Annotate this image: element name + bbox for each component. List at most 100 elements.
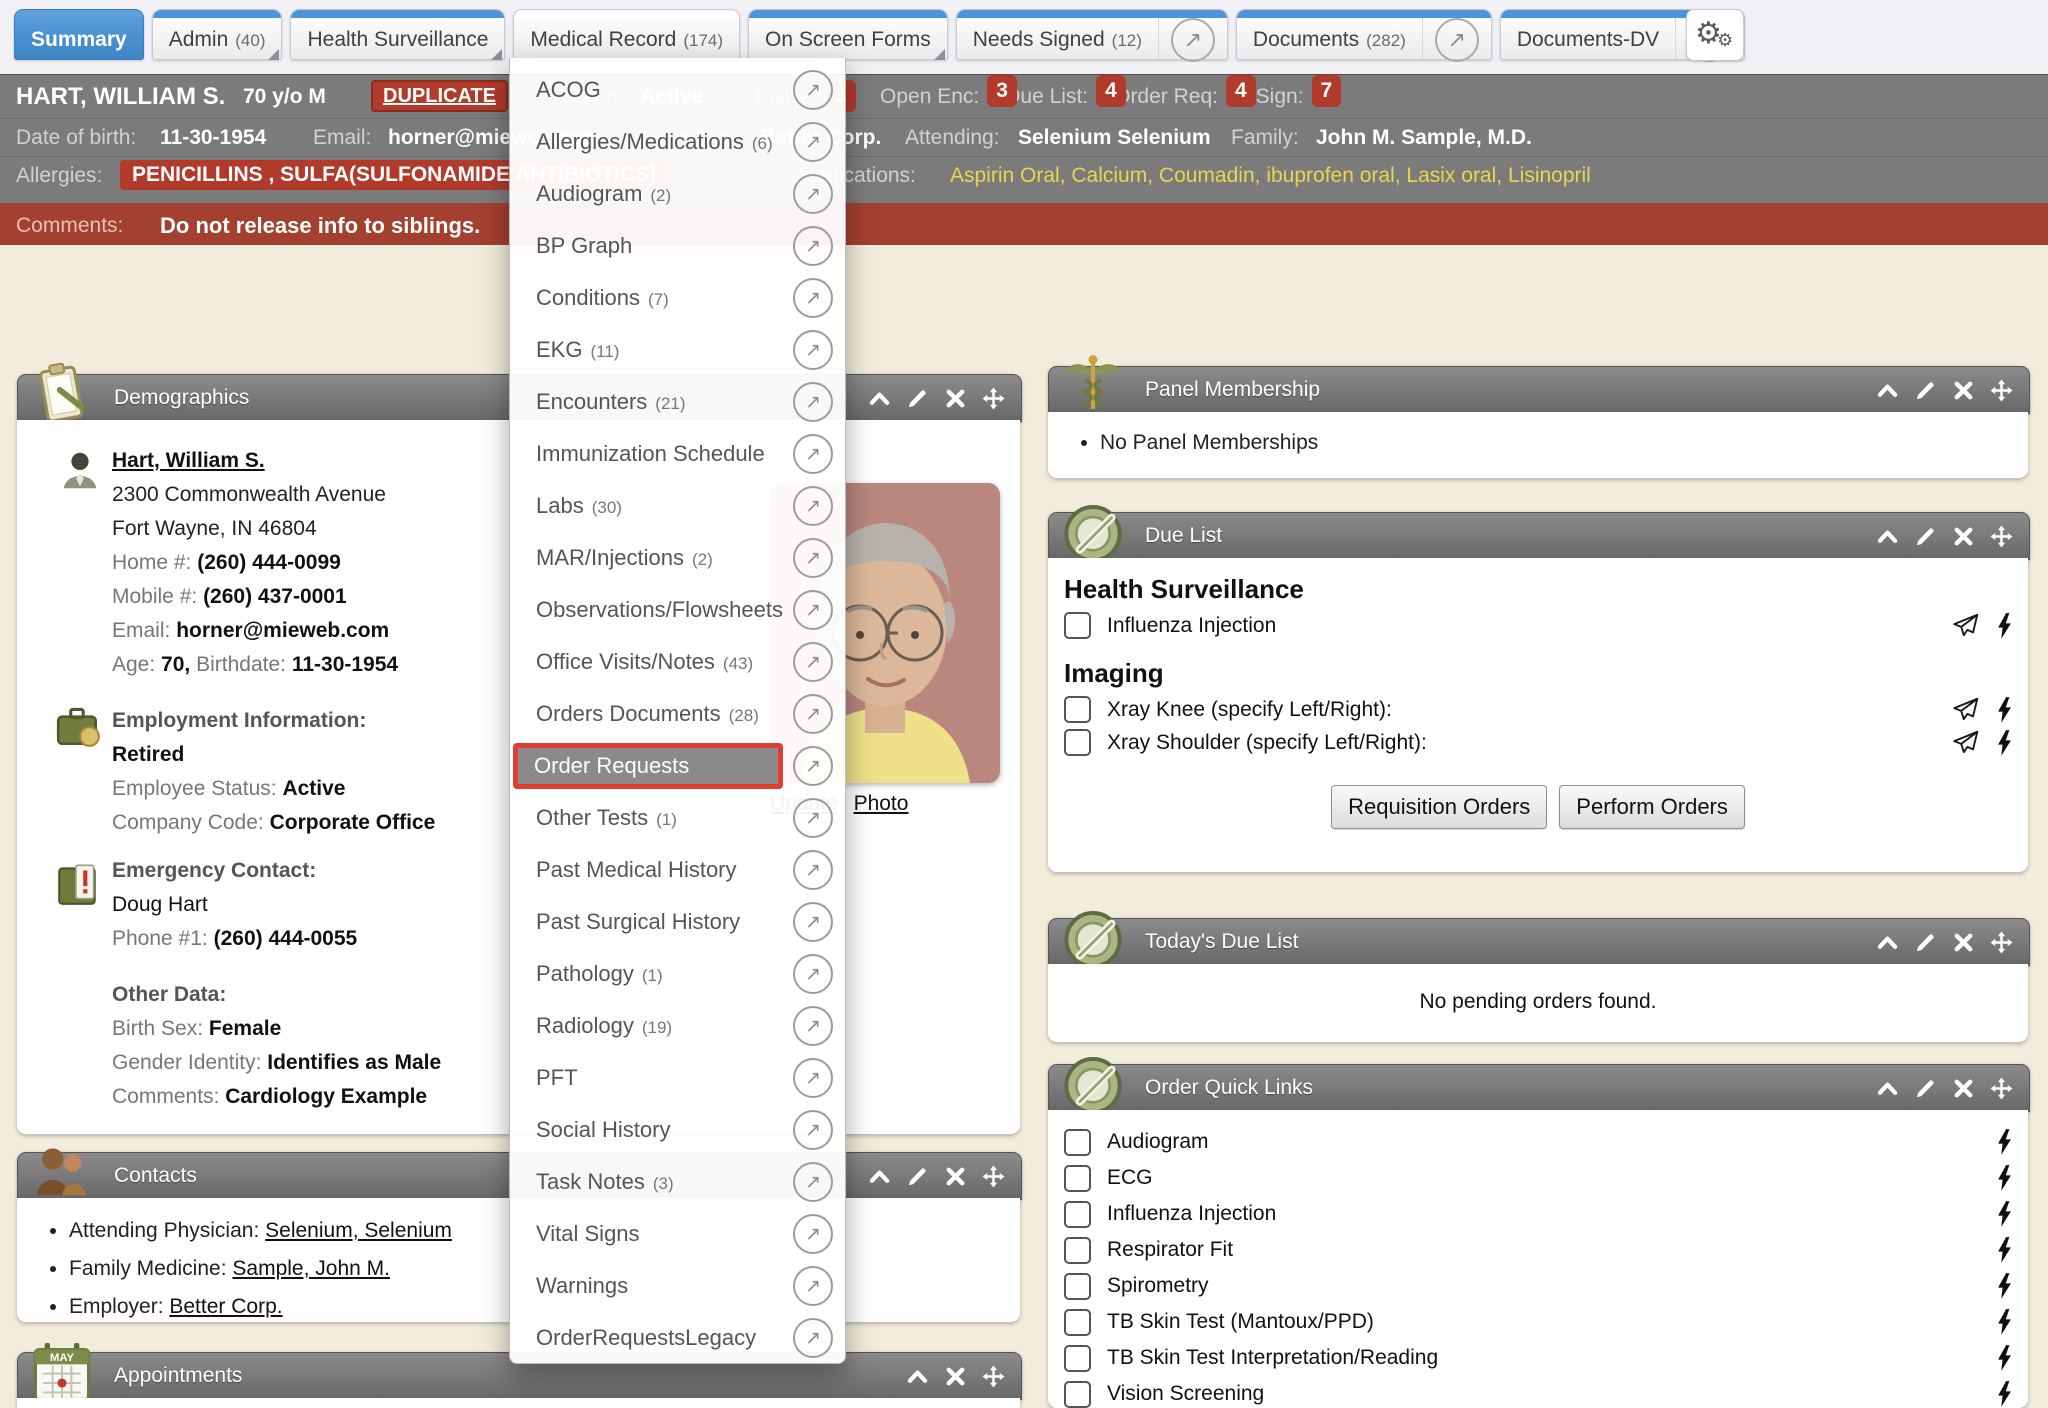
edit-icon[interactable] bbox=[906, 1165, 929, 1188]
menu-popout-icon[interactable]: ↗ bbox=[793, 798, 833, 838]
menu-popout-icon[interactable]: ↗ bbox=[793, 382, 833, 422]
quick-order-icon[interactable] bbox=[1997, 1129, 2012, 1155]
menu-popout-icon[interactable]: ↗ bbox=[793, 1162, 833, 1202]
quick-link-checkbox[interactable] bbox=[1064, 1129, 1091, 1156]
menu-item[interactable]: Warnings ↗ bbox=[510, 1260, 845, 1312]
send-order-icon[interactable] bbox=[1952, 612, 1979, 639]
chart-tab[interactable]: Medical Record (174) bbox=[513, 9, 740, 60]
menu-item[interactable]: Social History ↗ bbox=[510, 1104, 845, 1156]
duplicate-badge[interactable]: DUPLICATE bbox=[371, 80, 508, 112]
collapse-icon[interactable] bbox=[1876, 379, 1899, 402]
menu-item[interactable]: Observations/Flowsheets ↗ bbox=[510, 584, 845, 636]
quick-order-icon[interactable] bbox=[1997, 697, 2012, 723]
menu-popout-icon[interactable]: ↗ bbox=[793, 330, 833, 370]
medication-link[interactable]: ibuprofen oral bbox=[1266, 164, 1406, 187]
header-counter[interactable]: Order Req:4 bbox=[1114, 75, 1218, 120]
medication-link[interactable]: Aspirin Oral bbox=[950, 164, 1071, 187]
close-icon[interactable] bbox=[1952, 931, 1975, 954]
move-icon[interactable] bbox=[982, 1365, 1005, 1388]
collapse-icon[interactable] bbox=[1876, 931, 1899, 954]
send-order-icon[interactable] bbox=[1952, 696, 1979, 723]
send-order-icon[interactable] bbox=[1952, 729, 1979, 756]
edit-icon[interactable] bbox=[1914, 931, 1937, 954]
menu-item[interactable]: Past Surgical History ↗ bbox=[510, 896, 845, 948]
due-list-button[interactable]: Requisition Orders bbox=[1331, 785, 1547, 829]
menu-item[interactable]: Pathology (1) ↗ bbox=[510, 948, 845, 1000]
menu-item[interactable]: Allergies/Medications (6) ↗ bbox=[510, 116, 845, 168]
quick-order-icon[interactable] bbox=[1997, 1273, 2012, 1299]
menu-popout-icon[interactable]: ↗ bbox=[793, 590, 833, 630]
menu-popout-icon[interactable]: ↗ bbox=[793, 122, 833, 162]
menu-popout-icon[interactable]: ↗ bbox=[793, 174, 833, 214]
edit-icon[interactable] bbox=[1914, 1077, 1937, 1100]
close-icon[interactable] bbox=[944, 387, 967, 410]
move-icon[interactable] bbox=[1990, 1077, 2013, 1100]
quick-link-checkbox[interactable] bbox=[1064, 1381, 1091, 1408]
edit-icon[interactable] bbox=[906, 387, 929, 410]
quick-link-checkbox[interactable] bbox=[1064, 1273, 1091, 1300]
close-icon[interactable] bbox=[944, 1165, 967, 1188]
menu-popout-icon[interactable]: ↗ bbox=[793, 1318, 833, 1358]
header-counter[interactable]: Due List:4 bbox=[1005, 75, 1088, 120]
edit-icon[interactable] bbox=[1914, 379, 1937, 402]
contact-link[interactable]: Selenium, Selenium bbox=[265, 1219, 452, 1242]
menu-item[interactable]: MAR/Injections (2) ↗ bbox=[510, 532, 845, 584]
move-icon[interactable] bbox=[982, 1165, 1005, 1188]
quick-link-checkbox[interactable] bbox=[1064, 1237, 1091, 1264]
close-icon[interactable] bbox=[1952, 1077, 1975, 1100]
menu-item[interactable]: Past Medical History ↗ bbox=[510, 844, 845, 896]
menu-popout-icon[interactable]: ↗ bbox=[793, 1006, 833, 1046]
edit-icon[interactable] bbox=[1914, 525, 1937, 548]
due-list-button[interactable]: Perform Orders bbox=[1559, 785, 1745, 829]
due-item-checkbox[interactable] bbox=[1064, 729, 1091, 756]
menu-popout-icon[interactable]: ↗ bbox=[793, 278, 833, 318]
quick-order-icon[interactable] bbox=[1997, 1381, 2012, 1407]
due-item-checkbox[interactable] bbox=[1064, 612, 1091, 639]
move-icon[interactable] bbox=[1990, 379, 2013, 402]
collapse-icon[interactable] bbox=[1876, 525, 1899, 548]
patient-name-link[interactable]: Hart, William S. bbox=[112, 449, 265, 472]
quick-link-checkbox[interactable] bbox=[1064, 1309, 1091, 1336]
menu-popout-icon[interactable]: ↗ bbox=[793, 434, 833, 474]
move-icon[interactable] bbox=[982, 387, 1005, 410]
menu-item[interactable]: EKG (11) ↗ bbox=[510, 324, 845, 376]
contact-link[interactable]: Sample, John M. bbox=[232, 1257, 390, 1280]
menu-item[interactable]: Conditions (7) ↗ bbox=[510, 272, 845, 324]
menu-item[interactable]: Order Requests ↗ bbox=[510, 740, 845, 792]
header-counter[interactable]: Open Enc:3 bbox=[880, 75, 979, 120]
menu-popout-icon[interactable]: ↗ bbox=[793, 694, 833, 734]
quick-link-checkbox[interactable] bbox=[1064, 1165, 1091, 1192]
quick-order-icon[interactable] bbox=[1997, 1309, 2012, 1335]
menu-item[interactable]: Labs (30) ↗ bbox=[510, 480, 845, 532]
chart-tab[interactable]: Admin (40) bbox=[152, 9, 283, 60]
menu-popout-icon[interactable]: ↗ bbox=[793, 226, 833, 266]
menu-item[interactable]: Task Notes (3) ↗ bbox=[510, 1156, 845, 1208]
medication-link[interactable]: Lisinopril bbox=[1508, 164, 1591, 187]
move-icon[interactable] bbox=[1990, 525, 2013, 548]
chart-tab[interactable]: Summary bbox=[14, 9, 144, 60]
close-icon[interactable] bbox=[1952, 525, 1975, 548]
quick-order-icon[interactable] bbox=[1997, 730, 2012, 756]
quick-link-checkbox[interactable] bbox=[1064, 1345, 1091, 1372]
menu-popout-icon[interactable]: ↗ bbox=[793, 746, 833, 786]
move-icon[interactable] bbox=[1990, 931, 2013, 954]
menu-popout-icon[interactable]: ↗ bbox=[793, 1214, 833, 1254]
menu-item[interactable]: BP Graph ↗ bbox=[510, 220, 845, 272]
menu-popout-icon[interactable]: ↗ bbox=[793, 902, 833, 942]
quick-order-icon[interactable] bbox=[1997, 613, 2012, 639]
menu-popout-icon[interactable]: ↗ bbox=[793, 954, 833, 994]
collapse-icon[interactable] bbox=[868, 1165, 891, 1188]
medication-link[interactable]: Lasix oral bbox=[1406, 164, 1508, 187]
quick-order-icon[interactable] bbox=[1997, 1165, 2012, 1191]
medication-link[interactable]: Coumadin bbox=[1159, 164, 1266, 187]
menu-item[interactable]: ACOG ↗ bbox=[510, 64, 845, 116]
medication-link[interactable]: Calcium bbox=[1071, 164, 1159, 187]
chart-tab[interactable]: Documents (282) ↗ bbox=[1236, 9, 1492, 60]
menu-item[interactable]: Audiogram (2) ↗ bbox=[510, 168, 845, 220]
menu-popout-icon[interactable]: ↗ bbox=[793, 1058, 833, 1098]
due-item-checkbox[interactable] bbox=[1064, 696, 1091, 723]
menu-popout-icon[interactable]: ↗ bbox=[793, 70, 833, 110]
chart-tab[interactable]: Needs Signed (12) ↗ bbox=[956, 9, 1228, 60]
menu-item[interactable]: Office Visits/Notes (43) ↗ bbox=[510, 636, 845, 688]
chart-tab[interactable]: On Screen Forms bbox=[748, 9, 948, 60]
